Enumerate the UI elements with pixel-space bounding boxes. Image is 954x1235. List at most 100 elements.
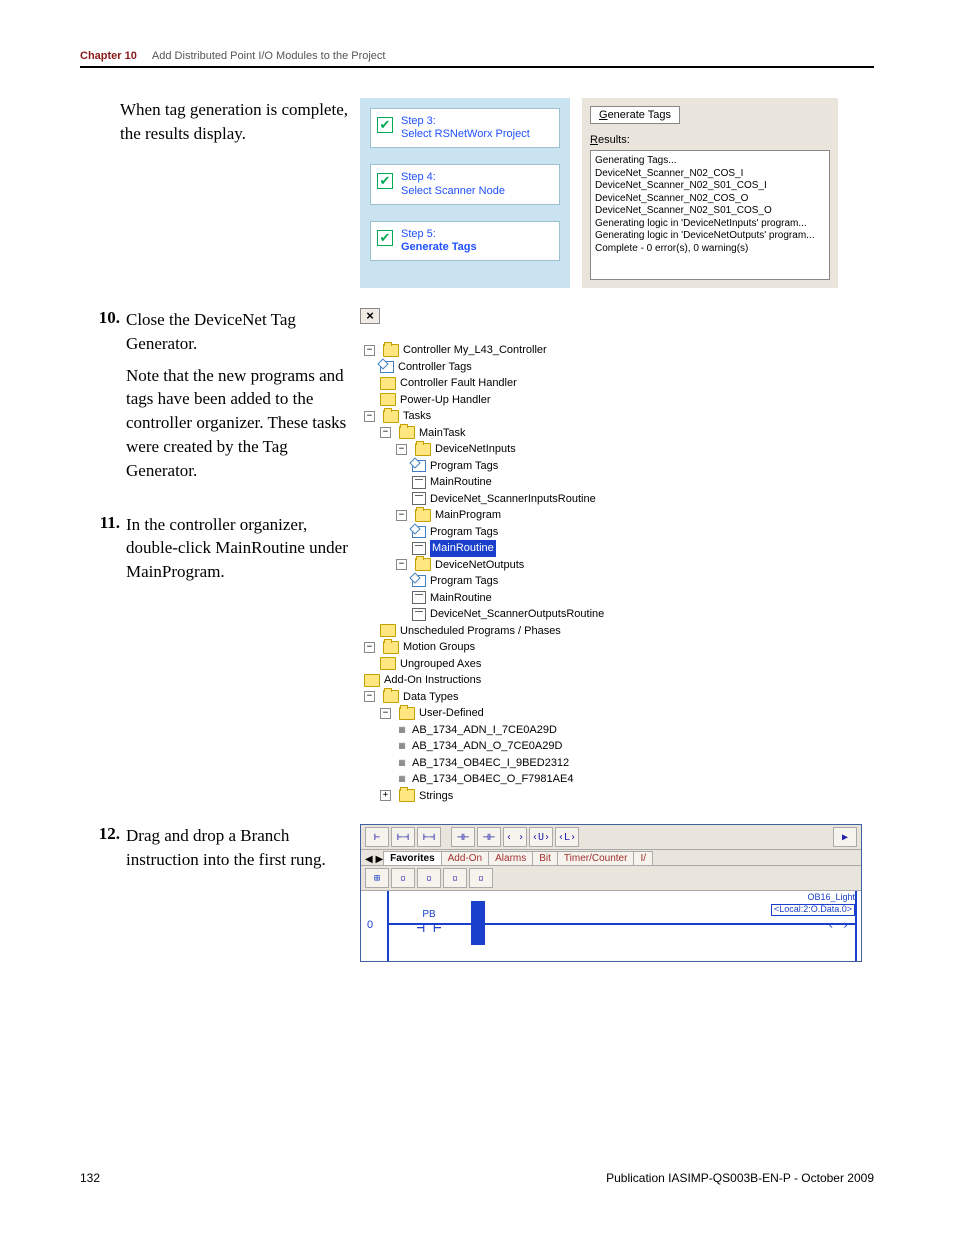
header-rule (80, 66, 874, 68)
folder-icon (380, 657, 396, 670)
tab-more[interactable]: I/ (633, 851, 653, 865)
right-rail (855, 891, 857, 961)
toolbar-button[interactable]: ‹ › (503, 827, 527, 847)
check-icon: ✔ (377, 230, 393, 246)
folder-icon (380, 624, 396, 637)
step3-card: ✔ Step 3: Select RSNetWorx Project (370, 108, 560, 148)
step10-text2: Note that the new programs and tags have… (126, 364, 350, 483)
toolbar-button[interactable]: ▫ (469, 868, 493, 888)
tree-item[interactable]: Power-Up Handler (364, 392, 874, 409)
step5-label: Step 5: (401, 228, 436, 240)
scroll-right-icon[interactable]: ▶ (833, 827, 857, 847)
tree-item[interactable]: Unscheduled Programs / Phases (364, 623, 874, 640)
tree-item[interactable]: MainRoutine (364, 590, 874, 607)
toolbar-button[interactable]: ⊢ (365, 827, 389, 847)
tags-icon (412, 526, 426, 538)
output-label: OB16_Light <Local:2:O.Data.0> (771, 893, 855, 916)
ladder-toolbar: ⊢ ⊢⊣ ⊢⊣ ⊣⊢ ⊣⊢ ‹ › ‹U› ‹L› ▶ (361, 825, 861, 850)
toolbar-button[interactable]: ⊢⊣ (417, 827, 441, 847)
tab-timer[interactable]: Timer/Counter (557, 851, 635, 865)
page-number: 132 (80, 1171, 100, 1185)
tab-alarms[interactable]: Alarms (488, 851, 533, 865)
tree-item[interactable]: DeviceNet_ScannerOutputsRoutine (364, 606, 874, 623)
routine-icon (412, 542, 426, 555)
tree-item[interactable]: ▦AB_1734_ADN_I_7CE0A29D (364, 722, 874, 739)
step3-label: Step 3: (401, 115, 436, 127)
chapter-title: Add Distributed Point I/O Modules to the… (152, 50, 386, 62)
rung-area[interactable]: OB16_Light <Local:2:O.Data.0> 0 PB ⊣ ⊢ ‹… (361, 891, 861, 961)
tree-item[interactable]: Program Tags (364, 573, 874, 590)
tree-item[interactable]: −MainTask (364, 425, 874, 442)
step10-text1: Close the DeviceNet Tag Generator. (126, 308, 350, 356)
contact-instruction[interactable]: PB ⊣ ⊢ (416, 909, 442, 936)
toolbar-button[interactable]: ▫ (443, 868, 467, 888)
tree-item[interactable]: −User-Defined (364, 705, 874, 722)
publication-id: Publication IASIMP-QS003B-EN-P - October… (606, 1171, 874, 1185)
folder-icon (380, 393, 396, 406)
check-icon: ✔ (377, 117, 393, 133)
tree-item[interactable]: ▦AB_1734_OB4EC_I_9BED2312 (364, 755, 874, 772)
tab-bit[interactable]: Bit (532, 851, 558, 865)
rung-number: 0 (367, 919, 373, 931)
close-icon[interactable]: × (360, 308, 380, 324)
udt-icon: ▦ (396, 741, 408, 752)
tree-item[interactable]: ▦AB_1734_ADN_O_7CE0A29D (364, 738, 874, 755)
step3-text: Select RSNetWorx Project (401, 128, 530, 140)
output-instruction[interactable]: ‹ › (827, 918, 849, 932)
tree-item[interactable]: MainRoutine (364, 474, 874, 491)
tree-item[interactable]: Add-On Instructions (364, 672, 874, 689)
step-number: 10. (80, 308, 126, 328)
tree-item-selected[interactable]: MainRoutine (364, 540, 874, 557)
tree-item[interactable]: ▦AB_1734_OB4EC_O_F7981AE4 (364, 771, 874, 788)
step4-text: Select Scanner Node (401, 185, 505, 197)
tree-item[interactable]: −MainProgram (364, 507, 874, 524)
results-box: Generating Tags... DeviceNet_Scanner_N02… (590, 150, 830, 280)
ladder-toolbar2: ⊞ ▫ ▫ ▫ ▫ (361, 866, 861, 891)
step12-text: Drag and drop a Branch instruction into … (126, 824, 350, 872)
toolbar-button[interactable]: ⊣⊢ (477, 827, 501, 847)
tree-item[interactable]: Controller Fault Handler (364, 375, 874, 392)
routine-icon (412, 608, 426, 621)
tree-item[interactable]: +Strings (364, 788, 874, 805)
tree-item[interactable]: Program Tags (364, 524, 874, 541)
toolbar-button[interactable]: ⊣⊢ (451, 827, 475, 847)
tab-favorites[interactable]: Favorites (383, 851, 441, 865)
step5-card: ✔ Step 5: Generate Tags (370, 221, 560, 261)
check-icon: ✔ (377, 173, 393, 189)
tree-item[interactable]: Ungrouped Axes (364, 656, 874, 673)
udt-icon: ▦ (396, 774, 408, 785)
tree-item[interactable]: DeviceNet_ScannerInputsRoutine (364, 491, 874, 508)
tree-item[interactable]: Program Tags (364, 458, 874, 475)
tree-item[interactable]: Controller Tags (364, 359, 874, 376)
udt-icon: ▦ (396, 757, 408, 768)
generate-tags-button[interactable]: Generate Tags (590, 106, 680, 124)
step-number: 12. (80, 824, 126, 844)
toolbar-button[interactable]: ‹U› (529, 827, 553, 847)
toolbar-button[interactable]: ▫ (417, 868, 441, 888)
ladder-tabs: ◀ ▶ Favorites Add-On Alarms Bit Timer/Co… (361, 850, 861, 866)
step5-text: Generate Tags (401, 241, 477, 253)
step11-text: In the controller organizer, double-clic… (126, 513, 350, 584)
figure-tag-generator: ✔ Step 3: Select RSNetWorx Project ✔ Ste… (360, 98, 874, 288)
tab-addon[interactable]: Add-On (441, 851, 489, 865)
toolbar-button[interactable]: ‹L› (555, 827, 579, 847)
toolbar-button[interactable]: ▫ (391, 868, 415, 888)
udt-icon: ▦ (396, 724, 408, 735)
tree-controller[interactable]: −Controller My_L43_Controller (364, 342, 874, 359)
branch-instruction[interactable] (471, 901, 485, 945)
tree-item[interactable]: −Motion Groups (364, 639, 874, 656)
figure-controller-organizer: × −Controller My_L43_Controller Controll… (360, 308, 874, 804)
chapter-label: Chapter 10 (80, 50, 137, 62)
rung-line (387, 923, 857, 925)
tags-icon (380, 361, 394, 373)
routine-icon (412, 591, 426, 604)
folder-icon (364, 674, 380, 687)
tree-item[interactable]: −Data Types (364, 689, 874, 706)
tree-item[interactable]: −DeviceNetOutputs (364, 557, 874, 574)
toolbar-button[interactable]: ⊞ (365, 868, 389, 888)
toolbar-button[interactable]: ⊢⊣ (391, 827, 415, 847)
routine-icon (412, 492, 426, 505)
step4-label: Step 4: (401, 171, 436, 183)
tree-item[interactable]: −DeviceNetInputs (364, 441, 874, 458)
tree-tasks[interactable]: −Tasks (364, 408, 874, 425)
